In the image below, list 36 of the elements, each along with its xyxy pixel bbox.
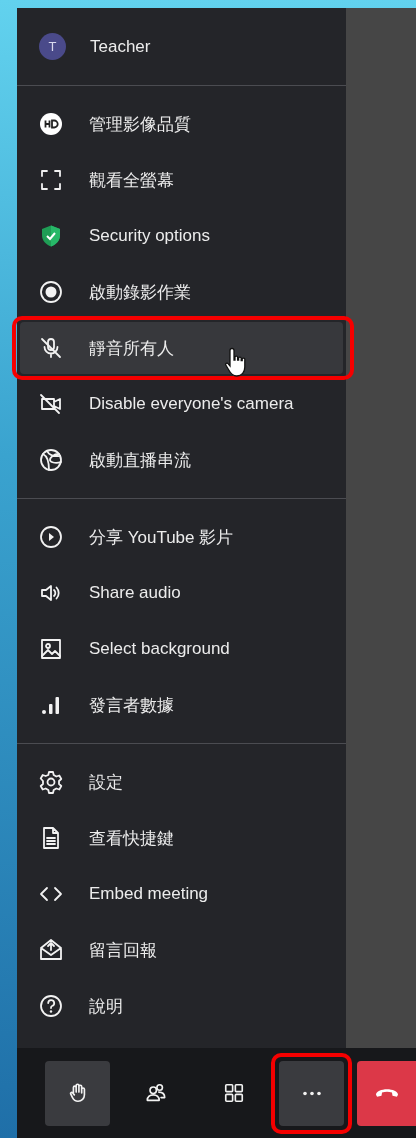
image-icon <box>39 637 63 661</box>
end-call-button[interactable] <box>357 1060 416 1126</box>
menu-item[interactable]: Embed meeting <box>17 866 346 922</box>
menu-item[interactable]: Select background <box>17 621 346 677</box>
settings-icon <box>39 770 63 794</box>
menu-item[interactable]: Security options <box>17 208 346 264</box>
toolbar-button[interactable] <box>45 1060 110 1126</box>
microphone-muted-icon <box>39 336 63 360</box>
menu-item[interactable]: 發言者數據 <box>17 677 346 733</box>
shield-icon <box>39 224 63 248</box>
hd-icon <box>39 112 63 136</box>
avatar: T <box>39 33 66 60</box>
camera-off-icon <box>39 392 63 416</box>
fullscreen-icon <box>39 168 63 192</box>
menu-item[interactable]: 留言回報 <box>17 922 346 978</box>
user-name: Teacher <box>90 36 151 57</box>
menu-item[interactable]: 說明 <box>17 978 346 1034</box>
grid-icon <box>222 1082 245 1104</box>
menu-item[interactable]: 啟動直播串流 <box>17 432 346 488</box>
envelope-icon <box>39 938 63 962</box>
record-icon <box>39 280 63 304</box>
menu-item[interactable]: 查看快捷鍵 <box>17 810 346 866</box>
menu-item[interactable]: 管理影像品質 <box>17 96 346 152</box>
menu-item[interactable]: Share audio <box>17 565 346 621</box>
play-icon <box>39 525 63 549</box>
globe-icon <box>39 448 63 472</box>
more-icon <box>302 1090 321 1096</box>
people-icon <box>144 1082 167 1104</box>
phone-icon <box>375 1089 398 1097</box>
menu-item[interactable]: 分享 YouTube 影片 <box>17 509 346 565</box>
menu-item[interactable]: Disable everyone's camera <box>17 376 346 432</box>
menu-item[interactable]: 觀看全螢幕 <box>17 152 346 208</box>
menu-item[interactable]: 啟動錄影作業 <box>17 264 346 320</box>
help-icon <box>39 994 63 1018</box>
menu-item[interactable]: 靜音所有人 <box>20 322 343 374</box>
menu-item[interactable]: 設定 <box>17 754 346 810</box>
